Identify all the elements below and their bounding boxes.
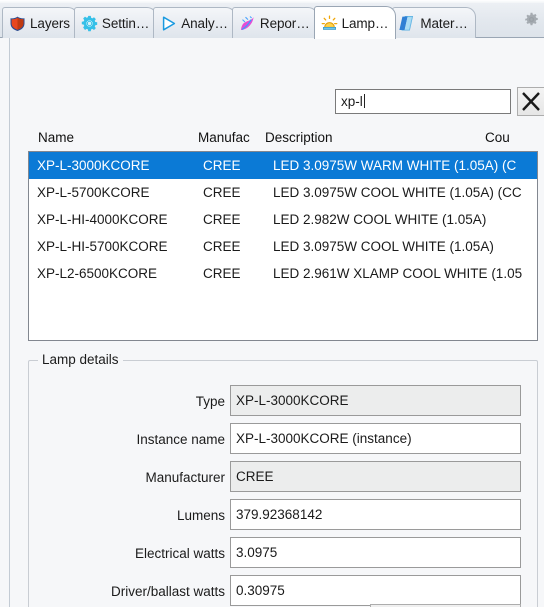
search-input-value: xp-l: [341, 94, 363, 109]
lamp-name: XP-L-5700KCORE: [37, 185, 150, 200]
field-row: Type XP-L-3000KCORE: [29, 385, 539, 419]
tab-label: Lamp…: [341, 15, 389, 31]
table-row[interactable]: XP-L2-6500KCORE CREE LED 2.961W XLAMP COOL…: [29, 260, 537, 287]
field-label: Manufacturer: [145, 470, 225, 485]
lamp-name: XP-L2-6500KCORE: [37, 266, 158, 281]
column-header-country[interactable]: Cou: [485, 130, 510, 145]
field-input-manufacturer: CREE: [230, 461, 521, 492]
tab-settin[interactable]: Settin…: [73, 7, 158, 38]
tab-mater[interactable]: Mater…: [392, 7, 476, 38]
field-row: Electrical watts 3.0975: [29, 537, 539, 571]
lamp-name: XP-L-HI-4000KCORE: [37, 212, 168, 227]
field-input-type: XP-L-3000KCORE: [230, 385, 521, 416]
field-row: Driver/ballast watts 0.30975: [29, 575, 539, 607]
tab-strip: Layers Settin… Analy… Repor… Lamp… Mater…: [0, 0, 544, 39]
field-label: Type: [195, 394, 225, 409]
lamp-manufacturer: CREE: [203, 185, 241, 200]
material-icon: [399, 15, 416, 32]
lamp-description: LED 3.0975W COOL WHITE (1.05A): [273, 239, 494, 254]
lamp-manufacturer: CREE: [203, 212, 241, 227]
field-row: Manufacturer CREE: [29, 461, 539, 495]
tab-analy[interactable]: Analy…: [153, 7, 236, 38]
lamp-panel: xp-l Name Manufac Description Cou XP-L-3…: [9, 38, 544, 607]
overflow-gear-icon[interactable]: [524, 12, 539, 27]
lamp-manufacturer: CREE: [203, 266, 241, 281]
text-caret: [363, 94, 365, 108]
field-label: Instance name: [136, 432, 225, 447]
field-label: Electrical watts: [134, 546, 225, 561]
lamp-icon: [321, 15, 338, 32]
tab-list: Layers Settin… Analy… Repor… Lamp… Mater…: [2, 4, 476, 39]
field-label: Lumens: [176, 508, 225, 523]
field-input-instance-name[interactable]: XP-L-3000KCORE (instance): [230, 423, 521, 454]
field-input-driver-ballast-watts[interactable]: 0.30975: [230, 575, 521, 606]
column-header-manufacturer[interactable]: Manufac: [198, 130, 250, 145]
close-icon: [522, 92, 540, 111]
lamp-manufacturer: CREE: [203, 239, 241, 254]
lamp-description: LED 3.0975W COOL WHITE (1.05A) (CC: [273, 185, 522, 200]
table-row[interactable]: XP-L-HI-5700KCORE CREE LED 3.0975W COOL WH…: [29, 233, 537, 260]
tab-label: Mater…: [420, 15, 468, 31]
tab-label: Analy…: [181, 15, 228, 31]
tab-label: Layers: [30, 15, 70, 31]
column-header-name[interactable]: Name: [38, 130, 74, 145]
lamp-list[interactable]: XP-L-3000KCORE CREE LED 3.0975W WARM WHITE…: [28, 151, 538, 341]
gear-icon: [81, 15, 98, 32]
table-header: Name Manufac Description Cou: [29, 130, 538, 150]
lamp-name: XP-L-HI-5700KCORE: [37, 239, 168, 254]
report-icon: [239, 15, 256, 32]
lamp-name: XP-L-3000KCORE: [37, 158, 150, 173]
field-input-electrical-watts[interactable]: 3.0975: [230, 537, 521, 568]
lamp-description: LED 3.0975W WARM WHITE (1.05A) (C: [273, 158, 517, 173]
field-row: Instance name XP-L-3000KCORE (instance): [29, 423, 539, 457]
field-row: Lumens 379.92368142: [29, 499, 539, 533]
table-row[interactable]: XP-L-HI-4000KCORE CREE LED 2.982W COOL WHI…: [29, 206, 537, 233]
tab-repor[interactable]: Repor…: [231, 7, 318, 38]
shield-icon: [9, 15, 26, 32]
lamp-manufacturer: CREE: [203, 158, 241, 173]
clear-search-button[interactable]: [517, 87, 544, 116]
lamp-tool-window: Layers Settin… Analy… Repor… Lamp… Mater… xp-…: [0, 0, 544, 607]
table-row[interactable]: XP-L-5700KCORE CREE LED 3.0975W COOL WHITE…: [29, 179, 537, 206]
column-header-description[interactable]: Description: [265, 130, 333, 145]
search-input[interactable]: xp-l: [335, 89, 511, 114]
lamp-description: LED 2.982W COOL WHITE (1.05A): [273, 212, 487, 227]
tab-layers[interactable]: Layers: [2, 7, 78, 38]
tab-lamp[interactable]: Lamp…: [313, 6, 397, 39]
field-label: Driver/ballast watts: [110, 584, 225, 599]
lamp-details-group: Lamp details Type XP-L-3000KCORE Instance …: [28, 352, 539, 607]
table-row[interactable]: XP-L-3000KCORE CREE LED 3.0975W WARM WHITE…: [29, 152, 537, 179]
lamp-description: LED 2.961W XLAMP COOL WHITE (1.05: [273, 266, 523, 281]
field-input-lumens[interactable]: 379.92368142: [230, 499, 521, 530]
tab-label: Repor…: [259, 15, 310, 31]
search-row: xp-l: [335, 87, 544, 116]
tab-label: Settin…: [101, 15, 150, 31]
lamp-details-title: Lamp details: [38, 352, 123, 367]
play-icon: [160, 15, 177, 32]
